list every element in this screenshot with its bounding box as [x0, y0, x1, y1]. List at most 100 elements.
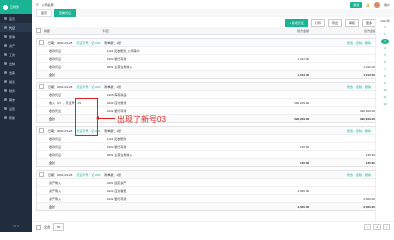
sidebar-item[interactable]: 帮助	[0, 113, 32, 122]
avatar[interactable]	[373, 1, 380, 8]
month-item[interactable]: 7	[381, 67, 389, 72]
sidebar-item[interactable]: 账簿	[0, 32, 32, 41]
select-all-checkbox[interactable]	[36, 27, 41, 33]
select-all-label: 全选	[44, 225, 51, 229]
month-item[interactable]: 12	[381, 102, 389, 107]
voucher-date: 日期：2021-03-26	[48, 172, 73, 177]
edit-voucher-button[interactable]: 修改	[347, 41, 353, 45]
delete-voucher-button[interactable]: 删除	[365, 173, 371, 177]
entry-credit: 3,000.00	[363, 196, 375, 201]
entry-account: 1601 固定资产	[106, 180, 127, 185]
month-item[interactable]: 2	[381, 32, 389, 37]
page-size-select[interactable]: 50	[53, 223, 65, 231]
copy-voucher-button[interactable]: 复制	[356, 85, 362, 89]
print-button[interactable]: 打印	[310, 18, 325, 27]
voucher-entry-row: 收款凭证 1122 应收账款	[37, 135, 375, 143]
add-voucher-button[interactable]: + 新增凭证	[285, 18, 308, 27]
entry-account: 1122 应收账款	[106, 136, 127, 141]
copy-voucher-button[interactable]: 复制	[356, 41, 362, 45]
total-label: 合计	[49, 204, 56, 209]
invoice-icon	[4, 71, 7, 74]
sidebar-item[interactable]: 出纳	[0, 59, 32, 68]
month-item[interactable]: 11	[381, 95, 389, 100]
user-name[interactable]: 用户	[384, 3, 390, 7]
voucher-entry-row: 收款凭证 1002 银行存款 135.60	[37, 143, 375, 151]
month-item[interactable]: 4	[381, 46, 389, 51]
voucher-checkbox[interactable]	[39, 40, 44, 45]
entry-summary: 资产购入	[49, 196, 62, 201]
sidebar-item[interactable]: 报表	[0, 77, 32, 86]
voucher-number: 凭证字号：记-002	[76, 40, 101, 45]
asset-icon	[4, 44, 7, 47]
entry-summary: 收款凭证	[49, 56, 62, 61]
edit-voucher-button[interactable]: 修改	[347, 129, 353, 133]
tab-home[interactable]: 首页	[36, 9, 53, 17]
page-number[interactable]: 1	[373, 224, 381, 230]
month-item[interactable]: 6	[381, 60, 389, 65]
edit-voucher-button[interactable]: 修改	[347, 173, 353, 177]
sidebar-item-label: 工资	[9, 52, 16, 57]
col-debit: 借方金额	[297, 28, 310, 33]
period-year: 2021年	[380, 19, 390, 23]
sidebar-item[interactable]: 期末	[0, 95, 32, 104]
app-title: 云财务	[10, 5, 20, 9]
sidebar-item-label: 资产	[9, 43, 16, 48]
month-item[interactable]: 3	[381, 39, 389, 44]
export-button[interactable]: 导出	[327, 18, 342, 27]
entry-credit: 392,209.00	[359, 108, 375, 113]
menu-toggle-icon[interactable]: ☰	[36, 3, 39, 7]
month-item[interactable]: 5	[381, 53, 389, 58]
company-name[interactable]: 公司名称	[42, 3, 54, 7]
tab-view-voucher[interactable]: 查看凭证	[54, 9, 77, 17]
voucher-entry-row: 收款凭证 6001 主营业务收入 1,012.00	[37, 63, 375, 71]
voucher-checkbox[interactable]	[39, 128, 44, 133]
home-icon	[4, 17, 7, 20]
sidebar-item[interactable]: 首页	[0, 14, 32, 23]
month-item[interactable]: 9	[381, 81, 389, 86]
audit-button[interactable]: 审核	[344, 18, 359, 27]
footer-select-all-checkbox[interactable]	[36, 224, 41, 230]
entry-summary: 收款凭证	[49, 64, 62, 69]
voucher-entry-row: 资产购入 1601 固定资产	[37, 179, 375, 187]
voucher-total-row: 合计 1,012.00 1,012.00	[37, 71, 375, 78]
sidebar-item-label: 账簿	[9, 34, 16, 39]
entry-account: 6001 主营业务收入	[106, 64, 133, 69]
month-item[interactable]: 1	[381, 25, 389, 30]
prev-page-icon[interactable]: ‹	[364, 224, 372, 230]
entry-summary: 收款凭证	[49, 136, 62, 141]
delete-voucher-button[interactable]: 删除	[365, 85, 371, 89]
voucher-checkbox[interactable]	[39, 84, 44, 89]
month-item[interactable]: 8	[381, 74, 389, 79]
entry-debit: 3,000.00	[297, 188, 310, 193]
new-button[interactable]: 新建	[350, 1, 363, 8]
sidebar-item-label: 税务	[9, 88, 16, 93]
bell-icon[interactable]: 🔔	[366, 3, 370, 7]
delete-voucher-button[interactable]: 删除	[365, 41, 371, 45]
more-button[interactable]: 更多	[361, 18, 376, 27]
entry-account: 2202 应付账款	[106, 100, 127, 105]
voucher-icon	[4, 26, 7, 29]
copy-voucher-button[interactable]: 复制	[356, 173, 362, 177]
voucher-attachments: 附单据：1张	[104, 172, 122, 177]
sidebar-item[interactable]: 设置	[0, 104, 32, 113]
total-debit: 1,012.00	[297, 72, 310, 77]
copy-voucher-button[interactable]: 复制	[356, 129, 362, 133]
sidebar-item[interactable]: 工资	[0, 50, 32, 59]
help-icon	[4, 116, 7, 119]
entry-account: 1002 银行存款	[106, 56, 127, 61]
app-logo[interactable]: 云财务	[0, 0, 32, 14]
sidebar-item[interactable]: 资产	[0, 41, 32, 50]
next-page-icon[interactable]: ›	[383, 224, 390, 230]
sidebar-item[interactable]: 发票	[0, 68, 32, 77]
sidebar-item-label: 发票	[9, 70, 16, 75]
entry-summary: 收款凭证	[49, 144, 62, 149]
month-item[interactable]: 10	[381, 88, 389, 93]
voucher-date: 日期：2021-03-25	[48, 40, 73, 45]
sidebar-item[interactable]: 凭证	[0, 23, 32, 32]
edit-voucher-button[interactable]: 修改	[347, 85, 353, 89]
entry-debit: 392,209.00	[294, 100, 310, 105]
voucher-checkbox[interactable]	[39, 172, 44, 177]
delete-voucher-button[interactable]: 删除	[365, 129, 371, 133]
highlight-box	[75, 98, 98, 136]
sidebar-item[interactable]: 税务	[0, 86, 32, 95]
